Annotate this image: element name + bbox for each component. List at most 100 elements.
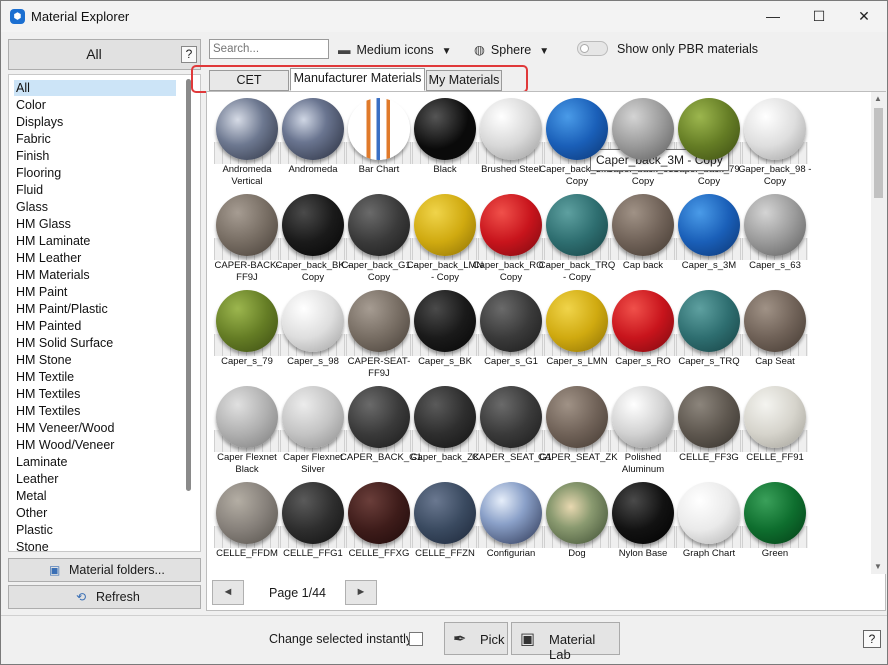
material-tile[interactable]: CAPER-SEAT-FF9J bbox=[346, 290, 412, 382]
material-tile[interactable]: Caper_back_98 - Copy bbox=[739, 98, 811, 190]
category-item[interactable]: HM Textiles bbox=[14, 403, 176, 419]
material-tile[interactable]: CAPER_SEAT_ZK bbox=[538, 386, 618, 478]
material-tile[interactable]: Dog bbox=[544, 482, 610, 574]
category-item[interactable]: Plastic bbox=[14, 522, 176, 538]
material-sphere-preview bbox=[612, 290, 674, 352]
material-tile[interactable]: Brushed Steel bbox=[478, 98, 544, 190]
material-tile[interactable]: Black bbox=[412, 98, 478, 190]
material-tile[interactable]: Andromeda Vertical bbox=[214, 98, 280, 190]
category-item[interactable]: HM Veneer/Wood bbox=[14, 420, 176, 436]
material-tile[interactable]: Andromeda bbox=[280, 98, 346, 190]
maximize-button[interactable]: ☐ bbox=[796, 1, 842, 32]
material-tile[interactable]: Graph Chart bbox=[676, 482, 742, 574]
category-item[interactable]: Fabric bbox=[14, 131, 176, 147]
pbr-toggle[interactable] bbox=[577, 41, 608, 56]
material-tile[interactable]: Caper_s_LMN bbox=[544, 290, 610, 382]
material-tile[interactable]: CAPER_SEAT_G1 bbox=[472, 386, 552, 478]
previous-page-button[interactable]: ◄ bbox=[212, 580, 244, 605]
material-tile[interactable]: Caper_back_63 - Copy bbox=[607, 98, 679, 190]
material-lab-button[interactable]: ▣ Material Lab bbox=[511, 622, 620, 662]
material-tile[interactable]: Caper_s_BK bbox=[412, 290, 478, 382]
material-tile[interactable]: Caper_back_G1 - Copy bbox=[342, 194, 416, 286]
category-item[interactable]: HM Textile bbox=[14, 369, 176, 385]
material-sphere-preview bbox=[612, 194, 674, 256]
category-item[interactable]: All bbox=[14, 80, 176, 96]
material-name: Cap Seat bbox=[755, 356, 795, 367]
category-item[interactable]: Finish bbox=[14, 148, 176, 164]
material-tile[interactable]: CELLE_FFZN bbox=[412, 482, 478, 574]
category-item[interactable]: Laminate bbox=[14, 454, 176, 470]
material-tile[interactable]: CAPER_BACK_G1 bbox=[340, 386, 422, 478]
material-tile[interactable]: Configurian bbox=[478, 482, 544, 574]
category-item[interactable]: Other bbox=[14, 505, 176, 521]
material-tile[interactable]: Caper_s_63 bbox=[742, 194, 808, 286]
category-item[interactable]: HM Laminate bbox=[14, 233, 176, 249]
material-tile[interactable]: Cap Seat bbox=[742, 290, 808, 382]
material-tile[interactable]: CELLE_FFXG bbox=[346, 482, 412, 574]
category-item[interactable]: HM Wood/Veneer bbox=[14, 437, 176, 453]
category-help-button[interactable]: ? bbox=[181, 46, 197, 63]
material-tile[interactable]: Caper_s_79 bbox=[214, 290, 280, 382]
category-item[interactable]: HM Paint/Plastic bbox=[14, 301, 176, 317]
preview-shape-dropdown[interactable]: ◍ Sphere ▼ bbox=[474, 41, 549, 59]
material-tile[interactable]: Polished Aluminum bbox=[610, 386, 676, 478]
help-button[interactable]: ? bbox=[863, 630, 881, 648]
category-item[interactable]: Flooring bbox=[14, 165, 176, 181]
category-item[interactable]: Metal bbox=[14, 488, 176, 504]
material-sphere-preview bbox=[678, 194, 740, 256]
material-tile[interactable]: CAPER-BACK-FF9J bbox=[214, 194, 280, 286]
material-tile[interactable]: Caper_back_79 - Copy bbox=[673, 98, 745, 190]
material-tile[interactable]: Caper_back_3M - Copy bbox=[539, 98, 615, 190]
category-item[interactable]: HM Leather bbox=[14, 250, 176, 266]
refresh-button[interactable]: ⟲ Refresh bbox=[8, 585, 201, 609]
material-tile[interactable]: Green bbox=[742, 482, 808, 574]
material-tile[interactable]: Caper_back_LMN - Copy bbox=[407, 194, 483, 286]
category-item[interactable]: Displays bbox=[14, 114, 176, 130]
material-tile[interactable]: Caper_s_3M bbox=[676, 194, 742, 286]
material-tile[interactable]: Caper_back_ZK bbox=[411, 386, 479, 478]
category-item[interactable]: HM Textiles bbox=[14, 386, 176, 402]
material-tile[interactable]: Caper Flexnet Black bbox=[214, 386, 280, 478]
material-tile[interactable]: Caper_s_98 bbox=[280, 290, 346, 382]
material-tile[interactable]: Cap back bbox=[610, 194, 676, 286]
category-item[interactable]: Glass bbox=[14, 199, 176, 215]
material-tile[interactable]: Caper Flexnet Silver bbox=[280, 386, 346, 478]
category-item[interactable]: Fluid bbox=[14, 182, 176, 198]
category-list-scrollbar[interactable] bbox=[186, 79, 191, 491]
material-tile[interactable]: Nylon Base bbox=[610, 482, 676, 574]
all-categories-button[interactable]: All bbox=[9, 40, 179, 69]
material-tile[interactable]: Caper_back_RO - Copy bbox=[473, 194, 549, 286]
material-tile[interactable]: CELLE_FF91 bbox=[742, 386, 808, 478]
category-item[interactable]: HM Materials bbox=[14, 267, 176, 283]
material-tile[interactable]: Caper_s_G1 bbox=[478, 290, 544, 382]
next-page-button[interactable]: ► bbox=[345, 580, 377, 605]
material-tile[interactable]: Caper_s_TRQ bbox=[676, 290, 742, 382]
category-item[interactable]: Stone bbox=[14, 539, 176, 551]
scroll-up-icon[interactable]: ▲ bbox=[874, 94, 882, 103]
pick-button[interactable]: ✒ Pick bbox=[444, 622, 508, 655]
material-tile[interactable]: CELLE_FF3G bbox=[676, 386, 742, 478]
category-item[interactable]: HM Solid Surface bbox=[14, 335, 176, 351]
search-input[interactable] bbox=[209, 39, 329, 59]
scroll-down-icon[interactable]: ▼ bbox=[874, 562, 882, 571]
category-item[interactable]: HM Paint bbox=[14, 284, 176, 300]
category-item[interactable]: HM Stone bbox=[14, 352, 176, 368]
close-button[interactable]: ✕ bbox=[841, 1, 887, 32]
folder-icon: ▣ bbox=[49, 563, 61, 577]
minimize-button[interactable]: — bbox=[750, 1, 796, 32]
material-tile[interactable]: Caper_s_RO bbox=[610, 290, 676, 382]
material-tile[interactable]: CELLE_FFG1 bbox=[280, 482, 346, 574]
material-grid-scrollbar[interactable]: ▲ ▼ bbox=[871, 92, 886, 574]
material-tile[interactable]: Bar Chart bbox=[346, 98, 412, 190]
category-item[interactable]: Color bbox=[14, 97, 176, 113]
scroll-thumb[interactable] bbox=[874, 108, 883, 198]
icon-size-dropdown[interactable]: ▬ Medium icons ▼ bbox=[338, 41, 452, 59]
material-tile[interactable]: CELLE_FFDM bbox=[214, 482, 280, 574]
material-tile[interactable]: Caper_back_BK - Copy bbox=[276, 194, 350, 286]
category-item[interactable]: HM Painted bbox=[14, 318, 176, 334]
change-instantly-checkbox[interactable] bbox=[409, 632, 423, 646]
material-tile[interactable]: Caper_back_TRQ - Copy bbox=[539, 194, 615, 286]
category-item[interactable]: HM Glass bbox=[14, 216, 176, 232]
material-folders-button[interactable]: ▣ Material folders... bbox=[8, 558, 201, 582]
category-item[interactable]: Leather bbox=[14, 471, 176, 487]
